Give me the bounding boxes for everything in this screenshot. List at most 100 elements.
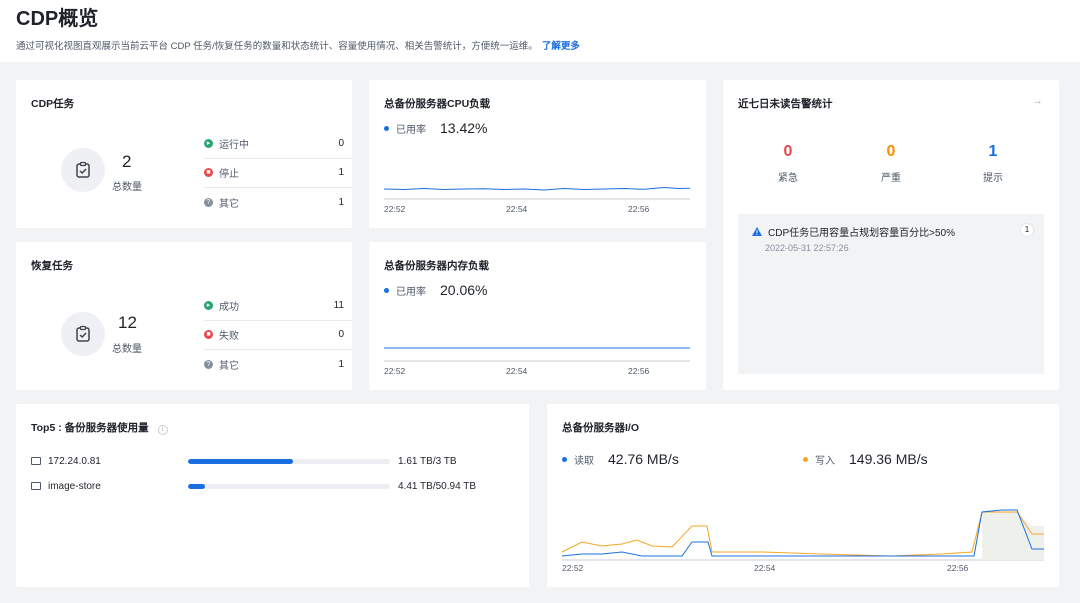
page-description: 通过可视化视图直观展示当前云平台 CDP 任务/恢复任务的数量和状态统计、容量使… — [16, 38, 1064, 52]
io-line-chart — [561, 509, 1044, 561]
learn-more-link[interactable]: 了解更多 — [542, 41, 580, 52]
cpu-series-line — [383, 186, 691, 191]
restore-total-count: 12 — [118, 313, 137, 332]
status-row-running: ▸ 运行中 0 — [204, 129, 352, 159]
top5-title: Top5 : 备份服务器使用量 i — [31, 420, 168, 435]
status-label: 停止 — [219, 169, 239, 181]
alert-item-text: CDP任务已用容量占规划容量百分比>50% — [768, 228, 955, 239]
status-row-other: ? 其它 1 — [204, 350, 352, 380]
cpu-legend: 已用率 13.42% — [384, 120, 487, 136]
alerts-card: 近七日未读告警统计 → 0 紧急 0 严重 1 提示 CDP任务已用容量占规划容… — [723, 80, 1059, 390]
mem-load-card: 总备份服务器内存负载 已用率 20.06% 22:52 22:54 22:56 — [369, 242, 706, 390]
cdp-total-label: 总数量 — [112, 182, 142, 193]
status-row-other: ? 其它 1 — [204, 188, 352, 218]
cpu-legend-label: 已用率 — [396, 124, 426, 136]
usage-row: image-store 4.41 TB/50.94 TB — [31, 479, 501, 493]
alert-list: CDP任务已用容量占规划容量百分比>50% 2022-05-31 22:57:2… — [738, 214, 1044, 374]
status-row-success: ▸ 成功 11 — [204, 291, 352, 321]
info-icon[interactable]: i — [157, 425, 168, 435]
status-label: 运行中 — [219, 139, 249, 151]
alerts-title: 近七日未读告警统计 — [738, 98, 833, 110]
alert-item-time: 2022-05-31 22:57:26 — [765, 243, 849, 253]
io-card: 总备份服务器I/O 读取 42.76 MB/s 写入 149.36 MB/s 2… — [547, 404, 1059, 587]
status-count: 0 — [338, 329, 344, 341]
tick-label: 22:56 — [628, 204, 650, 214]
cdp-total-count: 2 — [122, 152, 132, 171]
alert-item-title[interactable]: CDP任务已用容量占规划容量百分比>50% — [752, 224, 955, 239]
mem-line-chart — [384, 347, 690, 362]
io-read-legend: 读取 42.76 MB/s — [562, 451, 679, 467]
status-count: 1 — [338, 197, 344, 209]
io-write-legend: 写入 149.36 MB/s — [803, 451, 928, 467]
tick-label: 22:52 — [384, 366, 406, 376]
usage-host: image-store — [48, 480, 101, 492]
io-area — [982, 512, 1044, 560]
legend-dot — [803, 456, 808, 462]
status-label: 失败 — [219, 331, 239, 343]
clipboard-icon — [61, 148, 105, 192]
tick-label: 22:56 — [947, 563, 969, 573]
alert-count-urgent[interactable]: 0 紧急 — [758, 143, 818, 184]
usage-bar-fill — [188, 483, 206, 489]
question-icon: ? — [204, 198, 213, 208]
success-icon: ▸ — [204, 300, 213, 310]
status-count: 11 — [333, 299, 344, 311]
stop-icon: ■ — [204, 168, 213, 178]
legend-dot — [384, 125, 389, 131]
usage-row: 172.24.0.81 1.61 TB/3 TB — [31, 454, 501, 468]
cdp-status-list: ▸ 运行中 0 ■ 停止 1 ? 其它 1 — [204, 129, 352, 218]
io-read-value: 42.76 MB/s — [608, 451, 679, 467]
cpu-load-card: 总备份服务器CPU负载 已用率 13.42% 22:52 22:54 22:56 — [369, 80, 706, 228]
mem-load-title: 总备份服务器内存负载 — [384, 260, 489, 272]
top5-title-text: Top5 : 备份服务器使用量 — [31, 422, 149, 434]
legend-dot — [384, 287, 389, 293]
tick-label: 22:52 — [384, 204, 406, 214]
usage-capacity: 1.61 TB/3 TB — [398, 455, 457, 467]
tick-label: 22:54 — [506, 204, 528, 214]
page-title: CDP概览 — [16, 8, 99, 30]
io-write-label: 写入 — [815, 455, 835, 467]
tick-label: 22:56 — [628, 366, 650, 376]
page-description-text: 通过可视化视图直观展示当前云平台 CDP 任务/恢复任务的数量和状态统计、容量使… — [16, 41, 538, 52]
status-row-stopped: ■ 停止 1 — [204, 159, 352, 188]
usage-bar — [188, 458, 390, 464]
tick-label: 22:52 — [562, 563, 584, 573]
io-read-label: 读取 — [574, 455, 594, 467]
alert-count-label: 提示 — [983, 173, 1003, 184]
restore-tasks-title: 恢复任务 — [31, 260, 73, 272]
server-icon — [31, 457, 41, 465]
cdp-tasks-card: CDP任务 2 总数量 ▸ 运行中 0 ■ 停止 1 ? 其它 1 — [16, 80, 352, 228]
alert-count-value: 0 — [783, 143, 793, 160]
top5-usage-card: Top5 : 备份服务器使用量 i 172.24.0.81 1.61 TB/3 … — [16, 404, 529, 587]
status-row-failed: ■ 失败 0 — [204, 321, 352, 350]
usage-host: 172.24.0.81 — [48, 455, 101, 467]
alert-count-hint[interactable]: 1 提示 — [963, 143, 1023, 184]
io-title: 总备份服务器I/O — [562, 422, 640, 434]
warning-icon — [752, 227, 762, 236]
arrow-right-icon[interactable]: → — [1032, 95, 1043, 107]
usage-capacity: 4.41 TB/50.94 TB — [398, 480, 477, 492]
mem-value: 20.06% — [440, 282, 488, 298]
restore-tasks-card: 恢复任务 12 总数量 ▸ 成功 11 ■ 失败 0 ? 其它 1 — [16, 242, 352, 390]
status-count: 1 — [338, 167, 344, 179]
question-icon: ? — [204, 360, 213, 370]
tick-label: 22:54 — [754, 563, 776, 573]
usage-bar-fill — [188, 458, 294, 464]
alert-count-label: 严重 — [881, 173, 901, 184]
clipboard-icon — [61, 312, 105, 356]
alert-count-value: 1 — [988, 143, 998, 160]
usage-bar — [188, 483, 390, 489]
legend-dot — [562, 456, 567, 462]
status-label: 其它 — [219, 199, 239, 211]
alert-count-severe[interactable]: 0 严重 — [861, 143, 921, 184]
restore-status-list: ▸ 成功 11 ■ 失败 0 ? 其它 1 — [204, 291, 352, 380]
alert-count-value: 0 — [886, 143, 896, 160]
status-count: 0 — [338, 137, 344, 149]
alert-item-badge: 1 — [1020, 223, 1034, 237]
tick-label: 22:54 — [506, 366, 528, 376]
alert-count-label: 紧急 — [778, 173, 798, 184]
cpu-line-chart — [383, 186, 691, 200]
status-label: 成功 — [219, 301, 239, 313]
io-write-value: 149.36 MB/s — [849, 451, 928, 467]
cdp-tasks-title: CDP任务 — [31, 98, 75, 110]
